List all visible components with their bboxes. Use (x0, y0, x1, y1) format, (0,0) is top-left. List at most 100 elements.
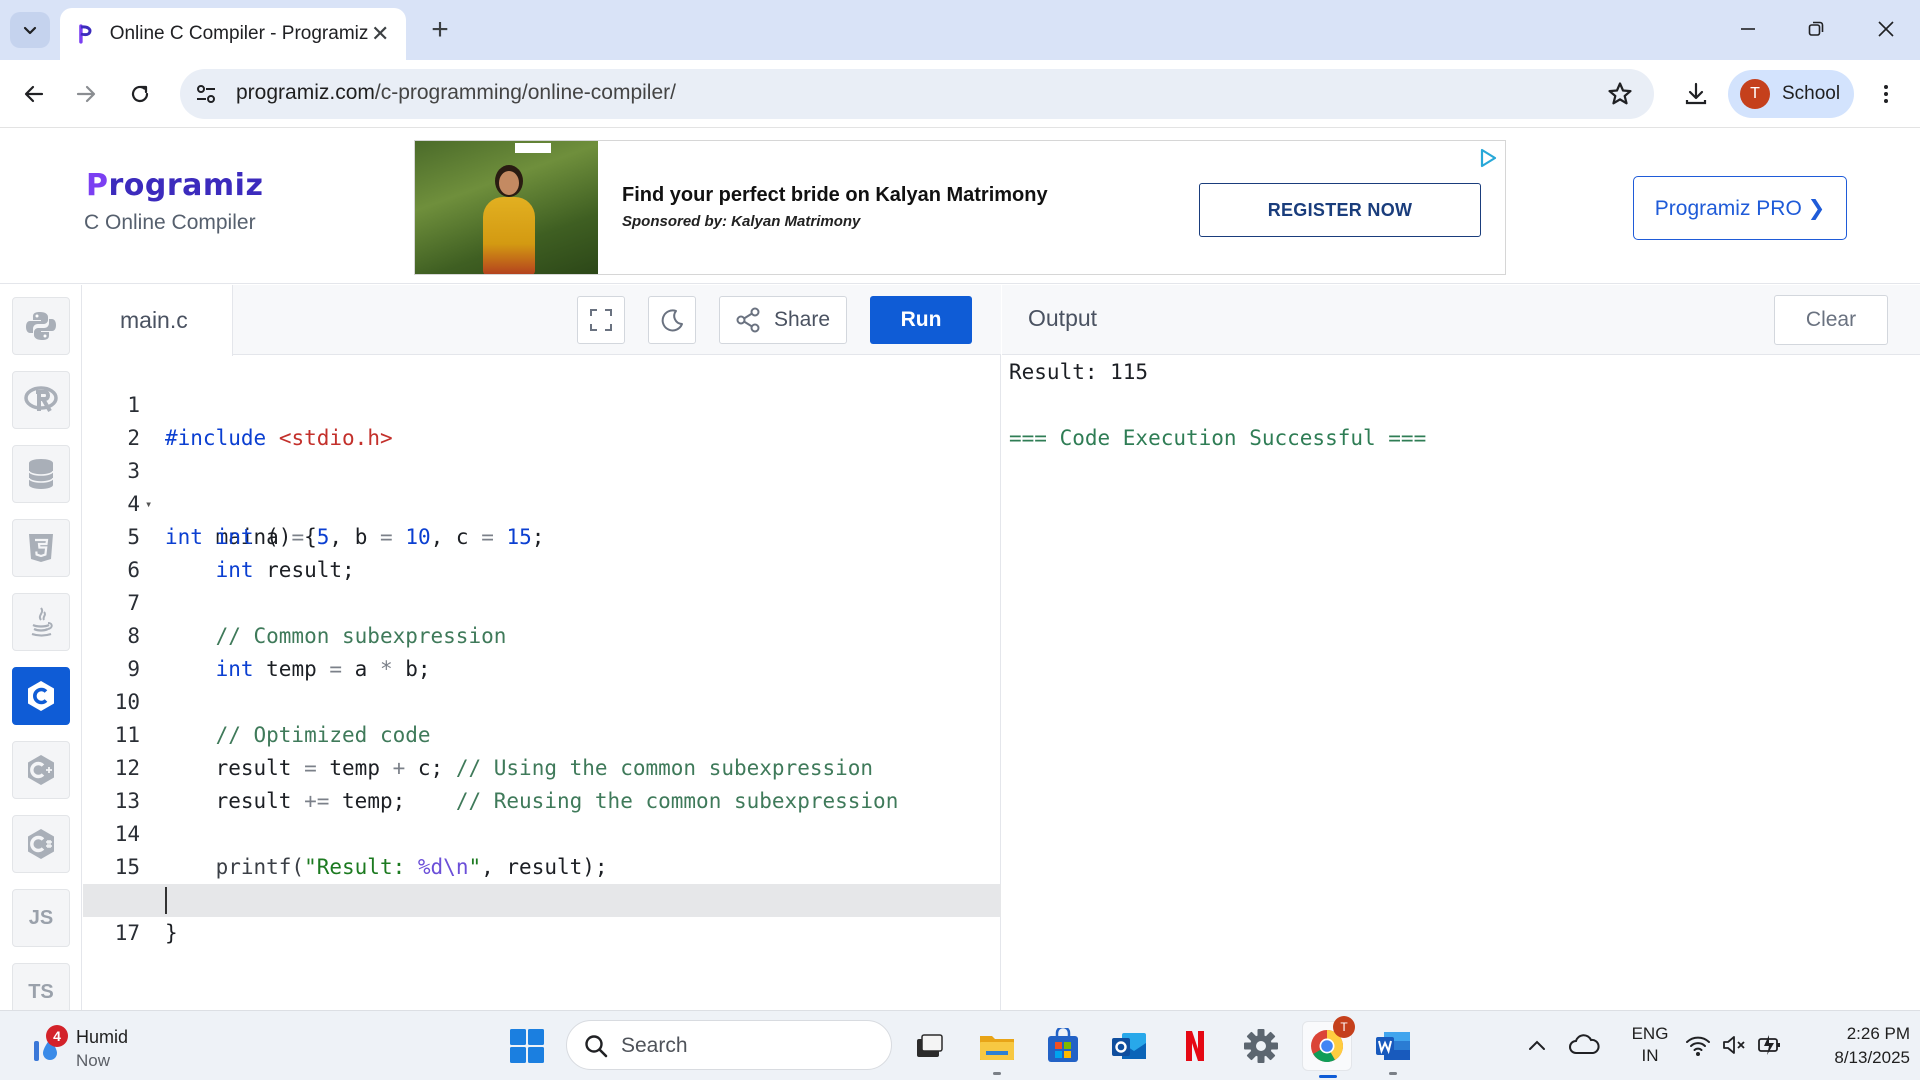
code-line: 11 result = temp + c; // Using the commo… (114, 723, 874, 780)
close-window-icon[interactable] (1858, 8, 1914, 50)
outlook-icon[interactable] (1106, 1023, 1152, 1069)
ad-title[interactable]: Find your perfect bride on Kalyan Matrim… (622, 184, 1048, 207)
chevron-down-icon (23, 26, 37, 35)
clock-date: 8/13/2025 (1834, 1048, 1910, 1067)
netflix-icon[interactable] (1172, 1023, 1218, 1069)
sidebar-item-cpp[interactable] (12, 741, 70, 799)
run-button[interactable]: Run (870, 296, 972, 344)
system-clock[interactable]: 2:26 PM 8/13/2025 (1800, 1022, 1910, 1070)
output-toolbar: Output Clear (1002, 285, 1920, 355)
file-tab-main-c[interactable]: main.c (83, 285, 233, 356)
weather-time: Now (76, 1051, 111, 1070)
code-line: 5 int result; (127, 525, 355, 582)
sidebar-item-r[interactable] (12, 371, 70, 429)
csharp-icon (28, 829, 54, 859)
java-icon (31, 607, 53, 637)
site-settings-icon[interactable] (194, 82, 218, 106)
sidebar-item-sql[interactable] (12, 445, 70, 503)
ad-image[interactable] (415, 141, 598, 274)
text-cursor (165, 887, 167, 914)
code-editor-pane: main.c Share Run 1 #include <stdio.h> 2 … (83, 285, 1001, 1010)
tab-title: Online C Compiler - Programiz (109, 23, 369, 44)
code-line: 16 } (115, 888, 178, 945)
chevron-up-icon[interactable] (1524, 1033, 1550, 1059)
code-line: 13 (114, 789, 140, 813)
reload-icon[interactable] (120, 74, 160, 114)
sidebar-item-typescript[interactable]: TS (12, 963, 70, 1010)
share-icon (736, 307, 760, 333)
output-title: Output (1028, 305, 1098, 331)
profile-chip[interactable]: T School (1728, 70, 1854, 118)
ad-banner[interactable]: Find your perfect bride on Kalyan Matrim… (414, 140, 1506, 275)
code-line: 9 (127, 657, 140, 681)
code-line: 1 #include <stdio.h> (127, 393, 393, 450)
weather-widget[interactable]: 4 Humid Now (24, 1021, 154, 1071)
wifi-icon[interactable] (1684, 1031, 1712, 1059)
minimize-icon[interactable] (1720, 8, 1776, 50)
notification-badge: 4 (46, 1025, 68, 1047)
code-line: 15 return 0; (114, 855, 330, 912)
database-icon (28, 459, 54, 489)
clock-time: 2:26 PM (1846, 1024, 1910, 1043)
bookmark-star-icon[interactable] (1606, 80, 1634, 108)
theme-toggle-button[interactable] (648, 296, 696, 344)
logo-wordmark: Programiz (86, 168, 264, 203)
sidebar-item-c[interactable] (12, 667, 70, 725)
task-view-icon[interactable] (906, 1023, 952, 1069)
fullscreen-button[interactable] (577, 296, 625, 344)
register-now-button[interactable]: REGISTER NOW (1199, 183, 1481, 237)
windows-taskbar: 4 Humid Now Search T ENG IN 2:26 PM 8/13… (0, 1010, 1920, 1080)
back-arrow-icon[interactable] (14, 74, 54, 114)
microsoft-store-icon[interactable] (1040, 1023, 1086, 1069)
volume-muted-icon[interactable] (1720, 1031, 1748, 1059)
output-console[interactable]: Result: 115 === Code Execution Successfu… (1009, 356, 1426, 455)
profile-name: School (1782, 83, 1841, 104)
restore-icon[interactable] (1788, 8, 1844, 50)
code-line: 7 // Common subexpression (127, 591, 507, 648)
url-host: programiz.com (236, 81, 375, 104)
page-subtitle: C Online Compiler (84, 211, 256, 234)
onedrive-cloud-icon[interactable] (1568, 1031, 1600, 1059)
sidebar-item-javascript[interactable]: JS (12, 889, 70, 947)
output-success-line: === Code Execution Successful === (1009, 426, 1427, 450)
file-explorer-icon[interactable] (974, 1023, 1020, 1075)
url-text: programiz.com/c-programming/online-compi… (236, 81, 676, 105)
sidebar-item-csharp[interactable] (12, 815, 70, 873)
battery-charging-icon[interactable] (1756, 1031, 1784, 1059)
forward-arrow-icon[interactable] (66, 74, 106, 114)
sidebar-item-html[interactable] (12, 519, 70, 577)
windows-start-icon[interactable] (508, 1027, 546, 1065)
code-line: 3 ▾ int main() { (127, 459, 317, 549)
cpp-icon (28, 755, 54, 785)
tab-search-button[interactable] (10, 12, 50, 48)
javascript-label: JS (28, 906, 54, 929)
word-icon[interactable] (1370, 1023, 1416, 1075)
chrome-taskbar-icon[interactable]: T (1302, 1016, 1355, 1078)
code-line: 12 result += temp; // Reusing the common… (114, 756, 899, 813)
browser-tab-active[interactable]: Online C Compiler - Programiz ✕ (60, 8, 406, 60)
tab-close-icon[interactable]: ✕ (368, 21, 392, 46)
share-button[interactable]: Share (719, 296, 847, 344)
typescript-label: TS (28, 980, 54, 1003)
chrome-profile-badge: T (1333, 1016, 1355, 1038)
download-icon[interactable] (1676, 74, 1716, 114)
input-language[interactable]: ENG IN (1622, 1023, 1678, 1067)
output-blank-line (1009, 389, 1426, 422)
share-label: Share (774, 308, 831, 331)
address-bar[interactable]: programiz.com/c-programming/online-compi… (180, 69, 1654, 119)
sidebar-item-python[interactable] (12, 297, 70, 355)
avatar: T (1740, 79, 1770, 109)
more-menu-icon[interactable] (1866, 74, 1906, 114)
taskbar-search-box[interactable]: Search (566, 1020, 892, 1070)
code-line: 14 printf("Result: %d\n", result); (114, 822, 608, 879)
sidebar-item-java[interactable] (12, 593, 70, 651)
settings-gear-icon[interactable] (1238, 1023, 1284, 1069)
new-tab-icon[interactable]: + (422, 12, 458, 48)
c-language-icon (28, 681, 54, 711)
code-area[interactable]: 1 #include <stdio.h> 2 3 ▾ int main() { … (83, 356, 1001, 1010)
programiz-pro-button[interactable]: Programiz PRO ❯ (1633, 176, 1847, 240)
programiz-favicon-icon (79, 24, 92, 44)
clear-button[interactable]: Clear (1774, 295, 1888, 345)
adchoices-icon[interactable] (1477, 147, 1499, 169)
programiz-logo[interactable]: Programiz C Online Compiler (84, 168, 264, 235)
